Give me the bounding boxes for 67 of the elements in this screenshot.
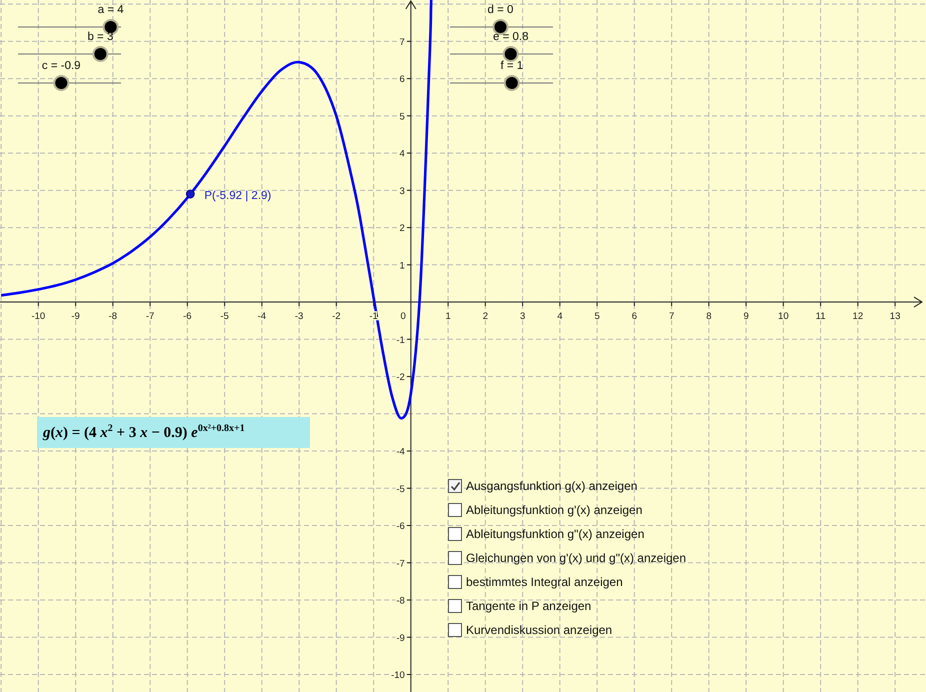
tick-label: -3 xyxy=(294,311,304,322)
tick-label: -1 xyxy=(396,334,405,346)
checkbox[interactable] xyxy=(448,527,462,541)
tick-label: -4 xyxy=(396,446,405,458)
origin-label: 0 xyxy=(400,311,406,322)
tick-label: 2 xyxy=(482,311,488,322)
tick-label: 5 xyxy=(594,311,600,322)
checkbox-label[interactable]: Gleichungen von g'(x) und g"(x) anzeigen xyxy=(466,551,686,565)
function-formula: g(x) = (4 x$^{2}$ + 3 x − 0.9) e$^{0x²+0.8x+1}$ xyxy=(37,417,310,448)
tick-label: 7 xyxy=(400,36,405,48)
slider-label: d = 0 xyxy=(488,4,514,16)
tick-label: -2 xyxy=(332,311,341,322)
tick-label: 6 xyxy=(632,311,637,322)
checkbox[interactable] xyxy=(448,623,462,637)
tick-label: -10 xyxy=(391,670,405,681)
tick-label: 1 xyxy=(400,260,405,272)
slider-label: b = 3 xyxy=(87,31,114,43)
tick-label: -4 xyxy=(258,311,266,322)
tick-label: 8 xyxy=(706,311,712,322)
tick-label: -8 xyxy=(108,311,118,322)
slider-thumb[interactable] xyxy=(504,75,520,91)
tick-label: -5 xyxy=(396,484,405,495)
tick-label: -9 xyxy=(396,632,405,644)
tick-label: -10 xyxy=(32,311,46,322)
point-label: P(-5.92 | 2.9) xyxy=(204,190,272,202)
slider-thumb[interactable] xyxy=(502,46,519,62)
slider-label: c = -0.9 xyxy=(42,60,81,72)
tick-label: -7 xyxy=(396,558,405,570)
tick-label: -8 xyxy=(396,596,405,606)
tick-label: 4 xyxy=(557,311,562,322)
tick-label: 12 xyxy=(852,311,864,322)
checkbox[interactable] xyxy=(448,575,462,589)
slider-label: f = 1 xyxy=(500,60,524,72)
tick-label: -9 xyxy=(71,311,80,322)
tick-label: 6 xyxy=(400,74,405,86)
tick-label: -6 xyxy=(183,311,192,322)
tick-label: 5 xyxy=(400,111,405,122)
checkbox[interactable] xyxy=(448,551,462,565)
tick-label: 3 xyxy=(400,186,405,197)
tick-label: -6 xyxy=(396,521,405,532)
checkbox-label[interactable]: Ableitungsfunktion g"(x) anzeigen xyxy=(466,527,644,541)
slider-label: e = 0.8 xyxy=(493,31,529,43)
checkbox-label[interactable]: Ausgangsfunktion g(x) anzeigen xyxy=(466,479,638,493)
tick-label: 10 xyxy=(778,311,789,322)
point-marker[interactable] xyxy=(186,190,195,198)
tick-label: 13 xyxy=(890,311,900,322)
tick-label: 11 xyxy=(816,311,826,322)
tick-label: 3 xyxy=(520,311,526,322)
tick-label: 9 xyxy=(743,311,749,322)
checkbox[interactable] xyxy=(448,503,462,517)
tick-label: 7 xyxy=(668,311,674,322)
checkbox-label[interactable]: Kurvendiskussion anzeigen xyxy=(466,623,612,637)
tick-label: -2 xyxy=(396,372,405,384)
tick-label: 2 xyxy=(400,223,405,234)
slider-thumb[interactable] xyxy=(492,19,508,35)
tick-label: -5 xyxy=(220,311,229,322)
slider-label: a = 4 xyxy=(98,4,124,16)
slider-thumb[interactable] xyxy=(92,46,108,62)
checkbox-label[interactable]: Ableitungsfunktion g'(x) anzeigen xyxy=(466,503,642,517)
slider-thumb[interactable] xyxy=(53,75,70,91)
checkbox[interactable] xyxy=(448,599,462,613)
checkbox-label[interactable]: bestimmtes Integral anzeigen xyxy=(466,575,623,589)
checkbox-label[interactable]: Tangente in P anzeigen xyxy=(466,599,592,613)
tick-label: -7 xyxy=(146,311,154,322)
tick-label: 4 xyxy=(400,148,405,160)
checkbox[interactable] xyxy=(448,479,462,493)
tick-label: 1 xyxy=(445,311,451,322)
